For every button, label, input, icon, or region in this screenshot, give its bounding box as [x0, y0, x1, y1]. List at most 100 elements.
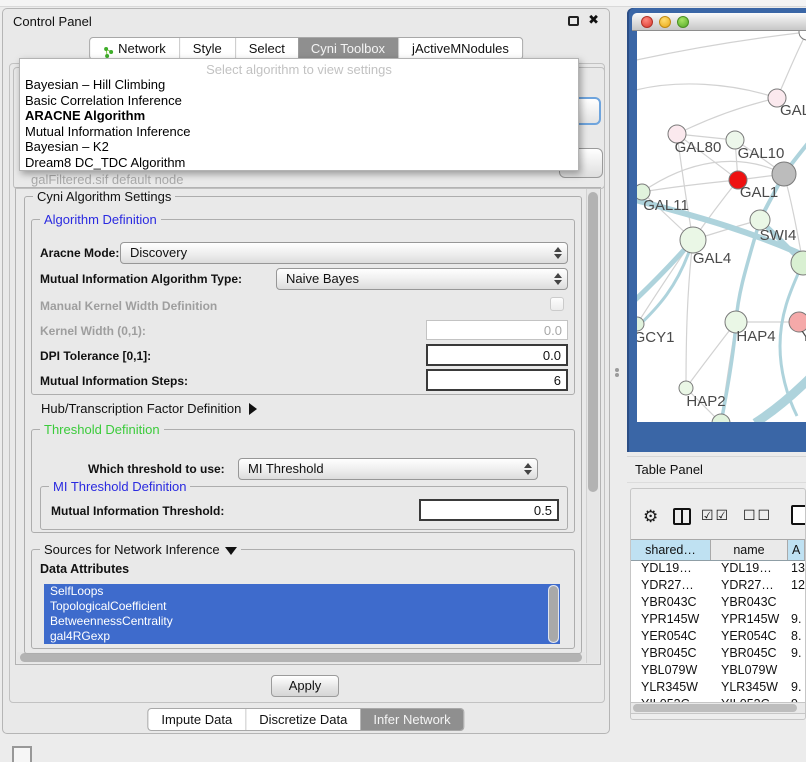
- minimized-panel-icon[interactable]: [12, 746, 32, 762]
- divider: [627, 482, 806, 483]
- table-cell: YBR045C: [631, 646, 711, 663]
- data-attribute-item[interactable]: TopologicalCoefficient: [44, 599, 560, 614]
- network-edge[interactable]: [637, 32, 806, 61]
- network-edge-highlighted[interactable]: [637, 240, 693, 331]
- mi-type-value: Naive Bayes: [286, 271, 359, 286]
- close-traffic-light-icon[interactable]: [641, 16, 653, 28]
- table-cell: YBR043C: [631, 595, 711, 612]
- data-attribute-item[interactable]: gal4RGexp: [44, 629, 560, 644]
- close-icon[interactable]: [588, 12, 599, 28]
- network-edge[interactable]: [777, 32, 806, 98]
- network-edge-highlighted[interactable]: [755, 376, 806, 422]
- table-cell: 9.: [788, 680, 805, 697]
- algorithm-option[interactable]: ARACNE Algorithm: [20, 108, 578, 124]
- threshold-definition-group: Threshold Definition Which threshold to …: [31, 429, 575, 533]
- table-row[interactable]: YBR045CYBR045C9.: [631, 646, 805, 663]
- split-columns-icon[interactable]: [673, 508, 691, 525]
- column-header-partial[interactable]: A: [788, 540, 805, 560]
- table-horizontal-scrollbar[interactable]: [631, 702, 805, 714]
- which-threshold-select[interactable]: MI Threshold: [238, 458, 538, 480]
- table-row[interactable]: YBL079WYBL079W: [631, 663, 805, 680]
- scrollbar-thumb[interactable]: [20, 653, 582, 662]
- kernel-width-input[interactable]: 0.0: [426, 320, 568, 340]
- network-edge[interactable]: [642, 180, 738, 192]
- table-cell: YPR145W: [711, 612, 788, 629]
- table-cell: YER054C: [711, 629, 788, 646]
- new-table-icon[interactable]: [791, 505, 806, 525]
- hub-definition-expander[interactable]: Hub/Transcription Factor Definition: [41, 401, 257, 416]
- cyni-bottom-tabstrip: Impute Data Discretize Data Infer Networ…: [147, 708, 464, 731]
- table-cell: [788, 595, 805, 612]
- select-all-columns-icon[interactable]: [701, 507, 730, 524]
- stepper-arrows-icon: [553, 272, 562, 286]
- data-attributes-list[interactable]: SelfLoopsTopologicalCoefficientBetweenne…: [44, 584, 560, 644]
- mi-threshold-input[interactable]: 0.5: [419, 499, 559, 521]
- algorithm-definition-title: Algorithm Definition: [40, 212, 161, 227]
- scrollbar-thumb[interactable]: [633, 704, 797, 712]
- apply-button[interactable]: Apply: [271, 675, 339, 697]
- algorithm-option[interactable]: Mutual Information Inference: [20, 124, 578, 140]
- splitter-grip[interactable]: [615, 368, 619, 377]
- network-node[interactable]: [712, 414, 730, 422]
- tab-cyni-toolbox[interactable]: Cyni Toolbox: [298, 38, 398, 59]
- table-cell: [788, 663, 805, 680]
- aracne-mode-value: Discovery: [130, 245, 187, 260]
- network-canvas[interactable]: GALGAL80GAL10GAL1GAL11SWI4GAL4GCY1HAP4YH…: [637, 31, 806, 422]
- minimize-traffic-light-icon[interactable]: [659, 16, 671, 28]
- tab-impute-data[interactable]: Impute Data: [148, 709, 245, 730]
- tab-network[interactable]: Network: [90, 38, 179, 59]
- algorithm-option[interactable]: Basic Correlation Inference: [20, 93, 578, 109]
- table-row[interactable]: YDR27…YDR27…12: [631, 578, 805, 595]
- scrollbar-thumb[interactable]: [549, 586, 558, 642]
- list-vertical-scrollbar[interactable]: [548, 585, 559, 643]
- table-row[interactable]: YPR145WYPR145W9.: [631, 612, 805, 629]
- table-cell: YBL079W: [711, 663, 788, 680]
- network-node-label: GAL11: [643, 197, 689, 214]
- algorithm-option[interactable]: Bayesian – K2: [20, 139, 578, 155]
- table-row[interactable]: YBR043CYBR043C: [631, 595, 805, 612]
- dpi-tolerance-input[interactable]: 0.0: [426, 344, 568, 366]
- mi-steps-input[interactable]: 6: [426, 369, 568, 391]
- network-node-label: HAP4: [736, 328, 775, 345]
- table-cell: 8.: [788, 629, 805, 646]
- table-row[interactable]: YLR345WYLR345W9.: [631, 680, 805, 697]
- gear-icon[interactable]: [643, 507, 658, 527]
- deselect-all-columns-icon[interactable]: [743, 507, 772, 524]
- tab-style[interactable]: Style: [179, 38, 235, 59]
- network-window-titlebar[interactable]: [632, 13, 806, 31]
- table-cell: 9.: [788, 646, 805, 663]
- data-attributes-label: Data Attributes: [40, 562, 129, 576]
- algorithm-option[interactable]: Dream8 DC_TDC Algorithm: [20, 155, 578, 171]
- tab-discretize-data[interactable]: Discretize Data: [245, 709, 360, 730]
- zoom-traffic-light-icon[interactable]: [677, 16, 689, 28]
- tab-select[interactable]: Select: [235, 38, 298, 59]
- manual-kernel-checkbox[interactable]: [550, 297, 564, 311]
- algorithm-option[interactable]: Bayesian – Hill Climbing: [20, 77, 578, 93]
- float-window-icon[interactable]: [568, 16, 579, 26]
- data-attribute-item[interactable]: BetweennessCentrality: [44, 614, 560, 629]
- tab-jactivemnodules[interactable]: jActiveMNodules: [398, 38, 522, 59]
- table-row[interactable]: YDL19…YDL19…13: [631, 561, 805, 578]
- mi-threshold-label: Mutual Information Threshold:: [51, 504, 224, 518]
- sources-group-title[interactable]: Sources for Network Inference: [40, 542, 241, 557]
- column-header-name[interactable]: name: [711, 540, 788, 560]
- aracne-mode-select[interactable]: Discovery: [120, 242, 568, 264]
- control-panel-tabstrip: Network Style Select Cyni Toolbox jActiv…: [89, 37, 523, 60]
- table-cell: YER054C: [631, 629, 711, 646]
- settings-vertical-scrollbar[interactable]: [586, 189, 599, 663]
- network-node[interactable]: [772, 162, 796, 186]
- data-attribute-item[interactable]: SelfLoops: [44, 584, 560, 599]
- tab-infer-network[interactable]: Infer Network: [360, 709, 463, 730]
- tab-network-label: Network: [118, 38, 166, 59]
- table-row[interactable]: YER054CYER054C8.: [631, 629, 805, 646]
- kernel-width-label: Kernel Width (0,1):: [40, 324, 146, 338]
- column-header-shared-name[interactable]: shared…: [631, 540, 711, 560]
- mi-type-select[interactable]: Naive Bayes: [276, 268, 568, 290]
- expander-arrow-icon: [249, 403, 257, 415]
- collapse-arrow-icon: [225, 547, 237, 555]
- network-edge[interactable]: [637, 84, 777, 98]
- screen: Control Panel Network Style Select Cyni …: [0, 0, 806, 762]
- network-node[interactable]: [799, 31, 806, 40]
- scrollbar-thumb[interactable]: [588, 192, 598, 492]
- network-edge[interactable]: [677, 98, 777, 134]
